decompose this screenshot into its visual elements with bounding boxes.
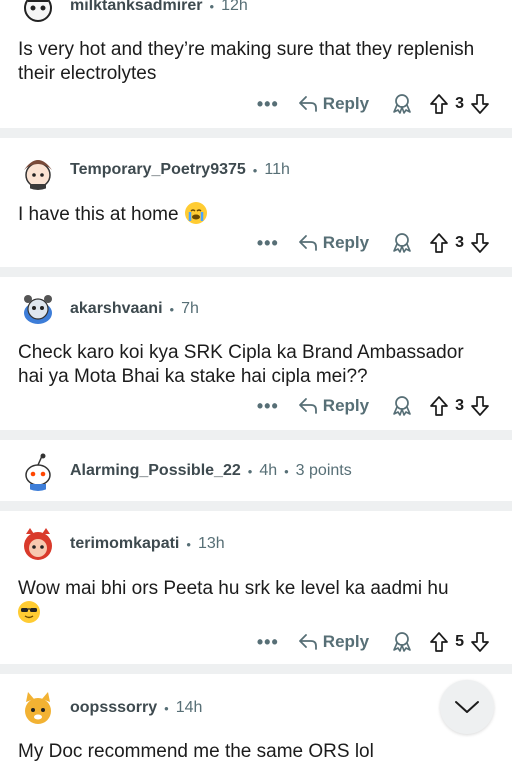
- comment-text: My Doc recommend me the same ORS lol: [18, 741, 374, 762]
- award-icon[interactable]: [389, 91, 415, 117]
- username[interactable]: terimomkapati: [70, 535, 179, 553]
- downvote-icon[interactable]: [470, 631, 490, 653]
- timestamp: 13h: [197, 535, 225, 552]
- more-icon[interactable]: •••: [254, 94, 282, 115]
- avatar[interactable]: [18, 451, 58, 491]
- more-icon[interactable]: •••: [254, 632, 282, 653]
- timestamp: 14h: [175, 699, 203, 716]
- reply-button[interactable]: Reply: [298, 94, 369, 114]
- downvote-icon[interactable]: [470, 232, 490, 254]
- separator-dot: •: [284, 463, 289, 479]
- vote-count: 3: [455, 234, 464, 251]
- avatar[interactable]: [18, 0, 58, 26]
- upvote-icon[interactable]: [429, 631, 449, 653]
- vote-count: 3: [455, 397, 464, 414]
- award-icon[interactable]: [389, 393, 415, 419]
- upvote-icon[interactable]: [429, 395, 449, 417]
- comment-separator: [0, 664, 512, 674]
- reply-icon: [298, 235, 317, 251]
- separator-dot: •: [209, 0, 215, 14]
- username[interactable]: Temporary_Poetry9375: [70, 161, 246, 179]
- avatar[interactable]: [18, 688, 58, 728]
- downvote-icon[interactable]: [470, 395, 490, 417]
- upvote-icon[interactable]: [429, 232, 449, 254]
- avatar[interactable]: [18, 289, 58, 329]
- timestamp: 4h: [259, 462, 278, 479]
- avatar[interactable]: [18, 150, 58, 190]
- comment-separator: [0, 501, 512, 511]
- username[interactable]: milktanksadmirer: [70, 0, 203, 15]
- vote-count: 5: [455, 633, 464, 650]
- timestamp: 7h: [181, 300, 199, 317]
- reply-button[interactable]: Reply: [298, 396, 369, 416]
- reply-label: Reply: [322, 396, 370, 415]
- separator-dot: •: [252, 162, 258, 178]
- more-icon[interactable]: •••: [254, 233, 282, 254]
- reply-label: Reply: [322, 632, 370, 651]
- comment-text-content: Wow mai bhi ors Peeta hu srk ke level ka…: [18, 578, 449, 599]
- separator-dot: •: [247, 463, 253, 479]
- reply-icon: [298, 634, 317, 650]
- username[interactable]: oopsssorry: [70, 699, 157, 717]
- reply-label: Reply: [322, 94, 370, 113]
- comment-text-content: I have this at home: [18, 204, 179, 225]
- separator-dot: •: [169, 301, 175, 317]
- points: 3 points: [295, 462, 352, 479]
- reply-button[interactable]: Reply: [298, 632, 369, 652]
- reply-icon: [298, 398, 317, 414]
- chevron-down-icon: [455, 701, 479, 713]
- separator-dot: •: [186, 536, 191, 552]
- comment-separator: [0, 430, 512, 440]
- reply-icon: [298, 96, 317, 112]
- comment-separator: [0, 128, 512, 138]
- award-icon[interactable]: [389, 629, 415, 655]
- comment-text: Check karo koi kya SRK Cipla ka Brand Am…: [18, 342, 464, 387]
- downvote-icon[interactable]: [470, 93, 490, 115]
- comment-text: Wow mai bhi ors Peeta hu srk ke level ka…: [18, 577, 488, 626]
- separator-dot: •: [164, 700, 169, 716]
- award-icon[interactable]: [389, 230, 415, 256]
- comment-text: Is very hot and they’re making sure that…: [18, 39, 475, 84]
- username[interactable]: akarshvaani: [70, 300, 163, 318]
- upvote-icon[interactable]: [429, 93, 449, 115]
- username[interactable]: Alarming_Possible_22: [70, 462, 241, 480]
- comment-text: I have this at home: [18, 202, 488, 227]
- comment-separator: [0, 267, 512, 277]
- vote-count: 3: [455, 95, 464, 112]
- more-icon[interactable]: •••: [254, 396, 282, 417]
- reply-button[interactable]: Reply: [298, 233, 369, 253]
- timestamp: 12h: [221, 0, 248, 14]
- scroll-down-button[interactable]: [440, 680, 494, 734]
- avatar[interactable]: [18, 524, 58, 564]
- sunglasses-emoji-icon: [18, 601, 40, 623]
- reply-label: Reply: [322, 233, 370, 252]
- timestamp: 11h: [264, 161, 290, 178]
- crying-emoji-icon: [184, 202, 207, 224]
